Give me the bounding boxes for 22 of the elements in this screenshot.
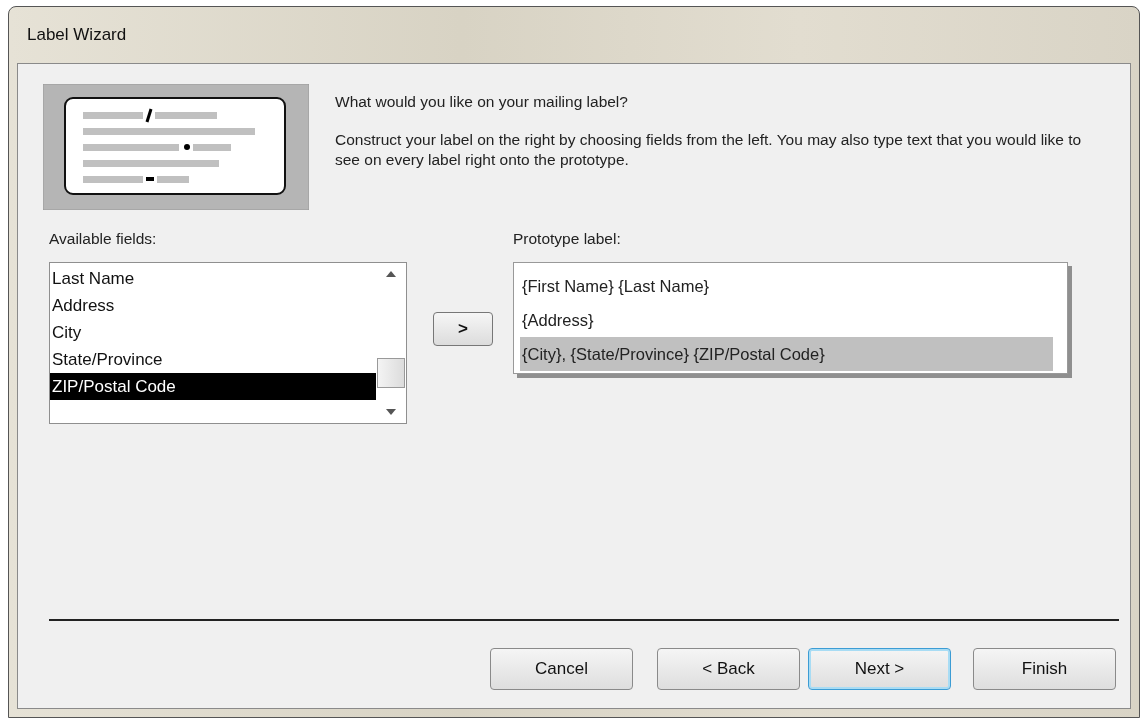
window-title: Label Wizard (27, 25, 127, 45)
prompt-text: What would you like on your mailing label? (335, 92, 629, 112)
label-icon (43, 84, 309, 210)
wizard-button[interactable]: Next > (808, 648, 951, 690)
available-fields-label: Available fields: (49, 230, 158, 249)
fields-list[interactable]: Last Name Address City State/Province ZIP/Postal Code (49, 262, 407, 424)
add-field-button[interactable]: > (433, 312, 493, 346)
wizard-button[interactable]: Finish (973, 648, 1116, 690)
instructions-text: Construct your label on the right by choosing fields from the left. You may also type text that you would like to see on every label right onto the prototype. (335, 130, 1083, 170)
prototype-line: {Address} (521, 310, 595, 331)
field-item[interactable]: State/Province (50, 346, 376, 373)
scroll-thumb[interactable] (377, 358, 405, 388)
field-item[interactable]: Address (50, 292, 376, 319)
wizard-button[interactable]: Cancel (490, 648, 633, 690)
prototype-label-caption: Prototype label: (513, 230, 622, 249)
field-item[interactable]: City (50, 319, 376, 346)
field-item[interactable]: ZIP/Postal Code (50, 373, 376, 400)
prototype-line: {First Name} {Last Name} (521, 276, 711, 297)
field-item[interactable]: Last Name (50, 265, 376, 292)
wizard-button[interactable]: < Back (657, 648, 800, 690)
scroll-down-icon[interactable] (386, 409, 396, 415)
scroll-up-icon[interactable] (386, 271, 396, 277)
